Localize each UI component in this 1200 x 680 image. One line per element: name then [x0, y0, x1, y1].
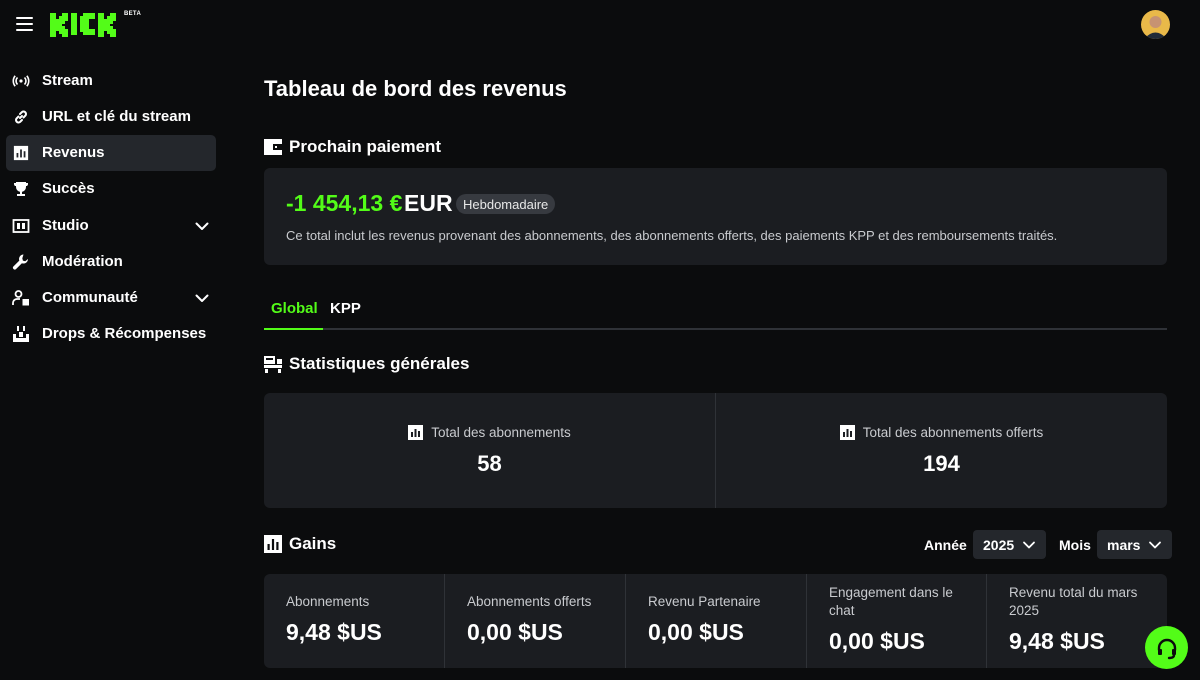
- broadcast-icon: [12, 72, 30, 90]
- earning-value: 9,48 $US: [286, 619, 382, 645]
- bar-chart-icon: [264, 535, 282, 553]
- earning-value: 0,00 $US: [829, 628, 925, 654]
- page-title: Tableau de bord des revenus: [264, 76, 567, 101]
- earning-value: 0,00 $US: [467, 619, 563, 645]
- top-bar: BETA: [0, 0, 1200, 52]
- stat-total-subs: Total des abonnements 58: [264, 393, 715, 508]
- wallet-icon: [264, 138, 282, 156]
- stat-label-row: Total des abonnements offerts: [839, 425, 1044, 440]
- earnings-section-title: Gains: [289, 534, 337, 553]
- sidebar-item-label: Communauté: [42, 289, 138, 306]
- stats-section-header: Statistiques générales: [264, 354, 469, 374]
- trophy-icon: [12, 180, 30, 198]
- chevron-down-icon: [1023, 541, 1036, 548]
- earning-subs: Abonnements 9,48 $US: [264, 574, 444, 668]
- stat-value: 194: [923, 451, 960, 476]
- kick-logo[interactable]: [50, 9, 122, 39]
- sidebar-item-studio[interactable]: Studio: [6, 208, 216, 244]
- payout-section-title: Prochain paiement: [289, 137, 442, 156]
- earning-gifted-subs: Abonnements offerts 0,00 $US: [445, 574, 625, 668]
- earning-label: Revenu total du mars 2025: [1009, 585, 1138, 618]
- payout-amount: -1 454,13 €: [286, 190, 403, 216]
- sidebar-item-label: Succès: [42, 180, 95, 197]
- stats-card: Total des abonnements 58 Total des abonn…: [264, 393, 1167, 508]
- link-icon: [12, 108, 30, 126]
- active-tab-indicator: [264, 328, 323, 330]
- sidebar-item-succes[interactable]: Succès: [6, 171, 216, 207]
- month-value: mars: [1107, 536, 1141, 553]
- community-icon: [12, 289, 30, 307]
- bar-chart-icon: [408, 425, 424, 440]
- earning-label: Engagement dans le chat: [829, 585, 953, 618]
- studio-icon: [12, 217, 30, 235]
- wrench-icon: [12, 253, 30, 271]
- earning-label: Revenu Partenaire: [648, 594, 761, 609]
- sidebar-item-label: Modération: [42, 253, 123, 270]
- stat-total-gifted-subs: Total des abonnements offerts 194: [716, 393, 1167, 508]
- payout-card: -1 454,13 € EUR Hebdomadaire Ce total in…: [264, 168, 1167, 265]
- earning-label: Abonnements offerts: [467, 594, 592, 609]
- year-value: 2025: [983, 536, 1015, 553]
- sidebar-item-label: URL et clé du stream: [42, 108, 191, 125]
- tab-kpp[interactable]: KPP: [330, 300, 361, 317]
- earning-value: 9,48 $US: [1009, 628, 1105, 654]
- stats-icon: [264, 355, 282, 373]
- sidebar-item-moderation[interactable]: Modération: [6, 244, 216, 280]
- sidebar-item-revenus[interactable]: Revenus: [6, 135, 216, 171]
- earning-partner: Revenu Partenaire 0,00 $US: [626, 574, 806, 668]
- frequency-badge: Hebdomadaire: [456, 194, 556, 214]
- earning-value: 0,00 $US: [648, 619, 744, 645]
- stats-section-title: Statistiques générales: [289, 354, 470, 373]
- avatar[interactable]: [1141, 10, 1170, 39]
- earnings-section-header: Gains: [264, 534, 336, 554]
- year-label: Année: [924, 537, 967, 553]
- payout-section-header: Prochain paiement: [264, 137, 441, 157]
- headset-icon: [1157, 638, 1176, 659]
- payout-currency: EUR: [404, 190, 453, 216]
- earning-total: Revenu total du mars 2025 9,48 $US: [987, 574, 1167, 668]
- support-button[interactable]: [1145, 626, 1188, 669]
- stat-label: Total des abonnements: [431, 425, 571, 440]
- chevron-down-icon: [1149, 541, 1162, 548]
- stat-label: Total des abonnements offerts: [862, 425, 1044, 440]
- year-select[interactable]: 2025: [973, 530, 1047, 559]
- sidebar-item-communaute[interactable]: Communauté: [6, 280, 216, 316]
- sidebar: Stream URL et clé du stream Revenus Succ…: [0, 52, 224, 680]
- earning-chat-engagement: Engagement dans le chat 0,00 $US: [807, 574, 987, 668]
- earning-label: Abonnements: [286, 594, 370, 609]
- payout-description: Ce total inclut les revenus provenant de…: [286, 228, 1058, 243]
- sidebar-item-url[interactable]: URL et clé du stream: [6, 99, 216, 135]
- stat-label-row: Total des abonnements: [408, 425, 571, 440]
- month-select[interactable]: mars: [1097, 530, 1173, 559]
- chevron-down-icon: [195, 222, 209, 230]
- sidebar-item-drops[interactable]: Drops & Récompenses: [6, 316, 216, 352]
- gift-icon: [12, 325, 30, 343]
- bar-chart-icon: [12, 144, 30, 162]
- sidebar-item-label: Drops & Récompenses: [42, 325, 207, 342]
- earnings-card: Abonnements 9,48 $US Abonnements offerts…: [264, 574, 1167, 668]
- bar-chart-icon: [839, 425, 855, 440]
- tab-global[interactable]: Global: [271, 300, 318, 317]
- beta-badge: BETA: [124, 11, 142, 17]
- sidebar-item-label: Stream: [42, 72, 93, 89]
- stat-value: 58: [477, 451, 502, 476]
- sidebar-item-label: Revenus: [42, 144, 105, 161]
- sidebar-item-label: Studio: [42, 217, 89, 234]
- menu-icon[interactable]: [16, 17, 33, 31]
- sidebar-item-stream[interactable]: Stream: [6, 63, 216, 99]
- revenue-tabs: Global KPP: [264, 292, 1167, 330]
- month-label: Mois: [1059, 537, 1091, 553]
- chevron-down-icon: [195, 294, 209, 302]
